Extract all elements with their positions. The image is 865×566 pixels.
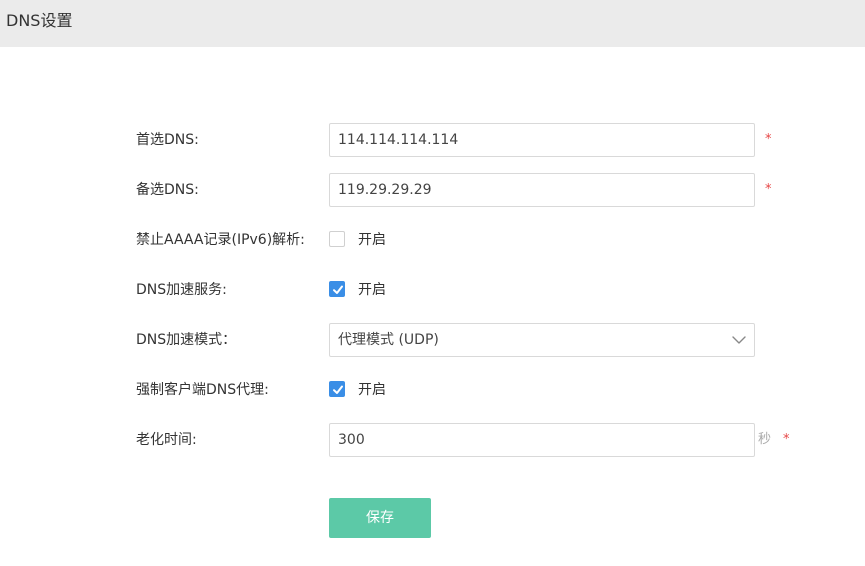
acceleration-mode-label: DNS加速模式： [136,332,237,348]
force-proxy-option-label: 开启 [358,382,386,398]
required-mark: * [765,182,772,197]
aging-time-row: 老化时间: 300 秒 * [0,423,865,457]
save-button[interactable]: 保存 [329,498,431,538]
aging-time-label: 老化时间: [136,432,197,448]
disable-aaaa-row: 禁止AAAA记录(IPv6)解析: 开启 [0,223,865,257]
chevron-down-icon [732,336,746,344]
force-proxy-checkbox[interactable] [329,381,345,397]
aging-time-unit: 秒 [758,432,772,447]
secondary-dns-label: 备选DNS: [136,182,199,198]
primary-dns-label: 首选DNS: [136,132,199,148]
force-proxy-row: 强制客户端DNS代理: 开启 [0,373,865,407]
primary-dns-row: 首选DNS: 114.114.114.114 * [0,123,865,157]
primary-dns-value: 114.114.114.114 [338,132,459,148]
checkmark-icon [333,285,343,294]
checkmark-icon [333,385,343,394]
dns-acceleration-row: DNS加速服务: 开启 [0,273,865,307]
aging-time-input[interactable]: 300 [329,423,755,457]
acceleration-mode-select[interactable]: 代理模式 (UDP) [329,323,755,357]
secondary-dns-input[interactable]: 119.29.29.29 [329,173,755,207]
disable-aaaa-option-label: 开启 [358,232,386,248]
acceleration-mode-row: DNS加速模式： 代理模式 (UDP) [0,323,865,357]
aging-time-value: 300 [338,432,365,448]
page-header: DNS设置 [0,0,865,47]
primary-dns-input[interactable]: 114.114.114.114 [329,123,755,157]
secondary-dns-row: 备选DNS: 119.29.29.29 * [0,173,865,207]
required-mark: * [783,432,790,447]
disable-aaaa-checkbox[interactable] [329,231,345,247]
dns-acceleration-option-label: 开启 [358,282,386,298]
dns-acceleration-checkbox[interactable] [329,281,345,297]
force-proxy-label: 强制客户端DNS代理: [136,382,269,398]
page-title: DNS设置 [6,11,73,30]
disable-aaaa-label: 禁止AAAA记录(IPv6)解析: [136,232,305,248]
acceleration-mode-selected: 代理模式 (UDP) [338,332,439,348]
dns-acceleration-label: DNS加速服务: [136,282,227,298]
secondary-dns-value: 119.29.29.29 [338,182,432,198]
required-mark: * [765,132,772,147]
